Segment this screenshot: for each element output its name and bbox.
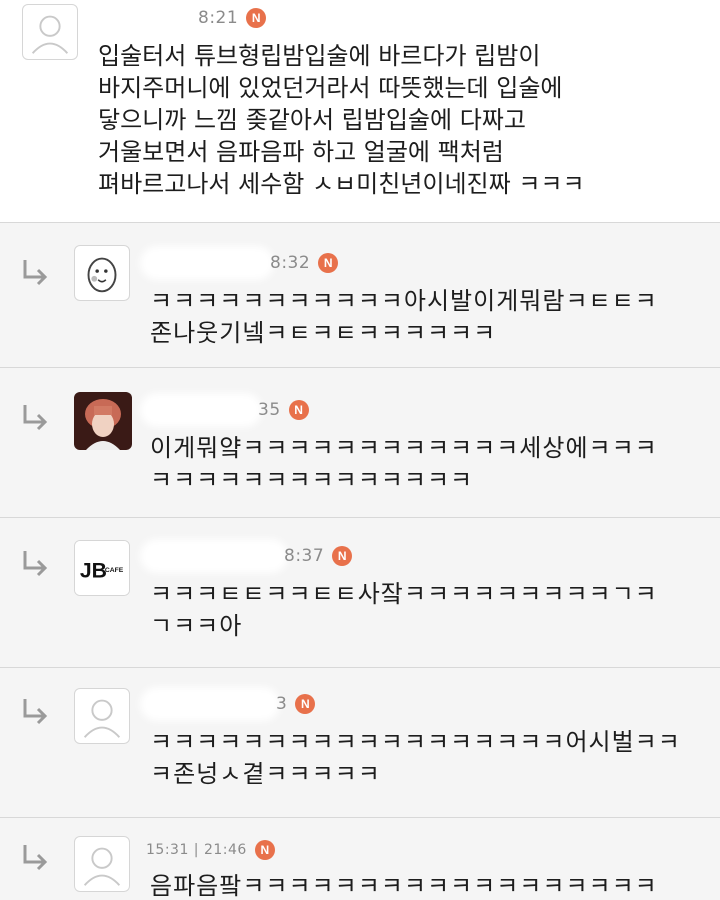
reply-item[interactable]: 8:32 N ㅋㅋㅋㅋㅋㅋㅋㅋㅋㅋㅋ아시발이게뭐람ㅋㅌㅌㅋ 존나웃기넼ㅋㅌㅋㅌㅋ… bbox=[0, 223, 720, 368]
jb-logo-text: JB bbox=[80, 560, 107, 583]
comment-timestamp: 8:21 bbox=[198, 8, 239, 28]
comment-text: 이게뭐얔ㅋㅋㅋㅋㅋㅋㅋㅋㅋㅋㅋㅋ세상에ㅋㅋㅋ ㅋㅋㅋㅋㅋㅋㅋㅋㅋㅋㅋㅋㅋㅋ bbox=[150, 434, 658, 494]
comment-timestamp: 35 bbox=[258, 400, 281, 420]
reply-arrow-icon bbox=[20, 402, 50, 432]
default-user-icon[interactable] bbox=[22, 4, 78, 60]
comment-text: 입술터서 튜브형립밤입술에 바르다가 립밤이 바지주머니에 있었던거라서 따뜻했… bbox=[98, 42, 585, 198]
egg-face-icon[interactable] bbox=[74, 245, 130, 301]
jb-cafe-logo-icon[interactable]: JB CAFE bbox=[74, 540, 130, 596]
comment-timestamp: 15:31 | 21:46 bbox=[146, 842, 247, 858]
author-name-redacted bbox=[146, 252, 268, 274]
comment-text: ㅋㅋㅋㅌㅌㅋㅋㅌㅌ사잨ㅋㅋㅋㅋㅋㅋㅋㅋㅋㄱㅋ ㄱㅋㅋ아 bbox=[150, 580, 658, 640]
new-badge: N bbox=[318, 253, 339, 273]
person-photo-icon[interactable] bbox=[74, 392, 132, 450]
default-user-icon[interactable] bbox=[74, 688, 130, 744]
reply-arrow-icon bbox=[20, 548, 50, 578]
new-badge: N bbox=[254, 840, 275, 860]
reply-arrow-icon bbox=[20, 696, 50, 726]
new-badge: N bbox=[332, 546, 353, 566]
reply-arrow-icon bbox=[20, 842, 50, 872]
reply-item[interactable]: JB CAFE 8:37 N ㅋㅋㅋㅌㅌㅋㅋㅌㅌ사잨ㅋㅋㅋㅋㅋㅋㅋㅋㅋㄱㅋ ㄱㅋ… bbox=[0, 518, 720, 668]
new-badge: N bbox=[295, 694, 316, 714]
new-badge: N bbox=[246, 8, 267, 28]
comment-timestamp: 8:32 bbox=[270, 253, 311, 273]
author-name-redacted bbox=[96, 7, 196, 29]
comment-text: ㅋㅋㅋㅋㅋㅋㅋㅋㅋㅋㅋ아시발이게뭐람ㅋㅌㅌㅋ 존나웃기넼ㅋㅌㅋㅌㅋㅋㅋㅋㅋㅋ bbox=[150, 287, 658, 347]
reply-item[interactable]: 3 N ㅋㅋㅋㅋㅋㅋㅋㅋㅋㅋㅋㅋㅋㅋㅋㅋㅋㅋ어시벌ㅋㅋ ㅋ존넝ㅅ곁ㅋㅋㅋㅋㅋ bbox=[0, 668, 720, 818]
reply-item[interactable]: 35 N 이게뭐얔ㅋㅋㅋㅋㅋㅋㅋㅋㅋㅋㅋㅋ세상에ㅋㅋㅋ ㅋㅋㅋㅋㅋㅋㅋㅋㅋㅋㅋㅋ… bbox=[0, 368, 720, 518]
author-name-redacted bbox=[146, 399, 256, 421]
new-badge: N bbox=[288, 400, 309, 420]
comment-timestamp: 3 bbox=[276, 694, 288, 714]
comment-text: ㅋㅋㅋㅋㅋㅋㅋㅋㅋㅋㅋㅋㅋㅋㅋㅋㅋㅋ어시벌ㅋㅋ ㅋ존넝ㅅ곁ㅋㅋㅋㅋㅋ bbox=[150, 728, 681, 788]
reply-arrow-icon bbox=[20, 257, 50, 287]
comment-item[interactable]: 8:21 N 입술터서 튜브형립밤입술에 바르다가 립밤이 바지주머니에 있었던… bbox=[0, 0, 720, 223]
author-name-redacted bbox=[146, 545, 282, 567]
comment-timestamp: 8:37 bbox=[284, 546, 325, 566]
author-name-redacted bbox=[146, 693, 274, 715]
default-user-icon[interactable] bbox=[74, 836, 130, 892]
reply-item[interactable]: 15:31 | 21:46 N 음파음팤ㅋㅋㅋㅋㅋㅋㅋㅋㅋㅋㅋㅋㅋㅋㅋㅋㅋㅋ bbox=[0, 818, 720, 900]
cafe-logo-text: CAFE bbox=[105, 567, 124, 574]
comment-text: 음파음팤ㅋㅋㅋㅋㅋㅋㅋㅋㅋㅋㅋㅋㅋㅋㅋㅋㅋㅋ bbox=[150, 872, 658, 900]
